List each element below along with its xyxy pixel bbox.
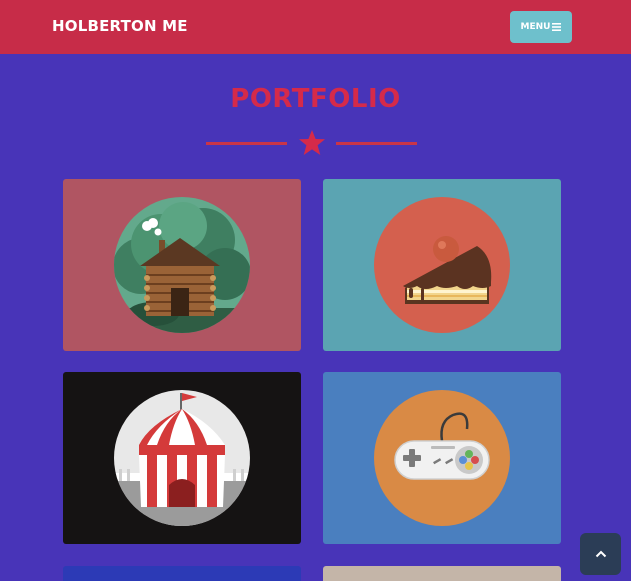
portfolio-item-5[interactable] <box>63 566 301 581</box>
brand-link[interactable]: HOLBERTON ME <box>52 17 188 35</box>
section-title: PORTFOLIO <box>230 84 401 114</box>
bars-icon <box>552 23 562 31</box>
chevron-up-icon <box>595 550 606 558</box>
game-controller-icon <box>374 390 510 526</box>
navbar: HOLBERTON ME MENU <box>0 0 631 54</box>
menu-button-label: MENU <box>520 22 551 32</box>
portfolio-item-circus[interactable] <box>63 372 301 544</box>
portfolio-item-6[interactable] <box>323 566 561 581</box>
star-icon <box>299 130 325 155</box>
divider-line-right <box>336 142 417 145</box>
divider-line-left <box>206 142 287 145</box>
circus-tent-icon <box>114 390 250 526</box>
portfolio-item-cabin[interactable] <box>63 179 301 351</box>
portfolio-item-game[interactable] <box>323 372 561 544</box>
scroll-top-button[interactable] <box>580 533 621 575</box>
cake-icon <box>374 197 510 333</box>
cabin-icon <box>114 197 250 333</box>
portfolio-item-cake[interactable] <box>323 179 561 351</box>
menu-button[interactable]: MENU <box>510 11 572 43</box>
